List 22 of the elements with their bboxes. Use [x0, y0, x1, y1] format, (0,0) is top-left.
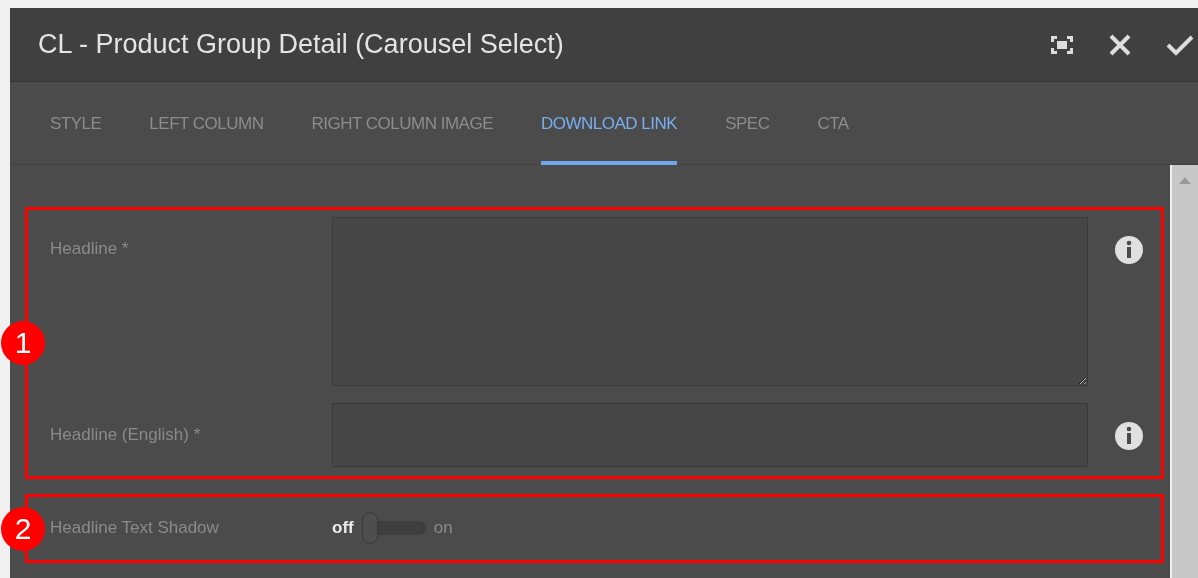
info-icon[interactable] [1114, 421, 1144, 451]
fullscreen-icon [1050, 34, 1074, 55]
field-label: Headline Text Shadow [50, 517, 220, 538]
step-marker: 1 [1, 321, 45, 365]
toggle-off-label: off [332, 517, 354, 538]
toggle-on-label: on [433, 517, 453, 538]
tab[interactable]: LEFT COLUMN [149, 86, 264, 165]
tab[interactable]: DOWNLOAD LINK [541, 86, 678, 165]
field-label: Headline * [50, 238, 130, 259]
info-icon[interactable] [1114, 235, 1144, 265]
textarea-field[interactable] [332, 217, 1088, 386]
field-label: Headline (English) * [50, 424, 202, 445]
tab[interactable]: RIGHT COLUMN IMAGE [311, 86, 493, 165]
scrollbar[interactable] [1170, 165, 1198, 578]
tab[interactable]: CTA [817, 86, 849, 165]
step-marker: 2 [1, 506, 45, 551]
dialog-title: CL - Product Group Detail (Carousel Select) [38, 29, 564, 60]
scroll-up-arrow-icon[interactable] [1179, 177, 1191, 184]
checkmark-icon [1166, 33, 1194, 56]
tab[interactable]: SPEC [725, 86, 770, 165]
tab[interactable]: STYLE [50, 86, 102, 165]
close-icon [1108, 32, 1132, 57]
